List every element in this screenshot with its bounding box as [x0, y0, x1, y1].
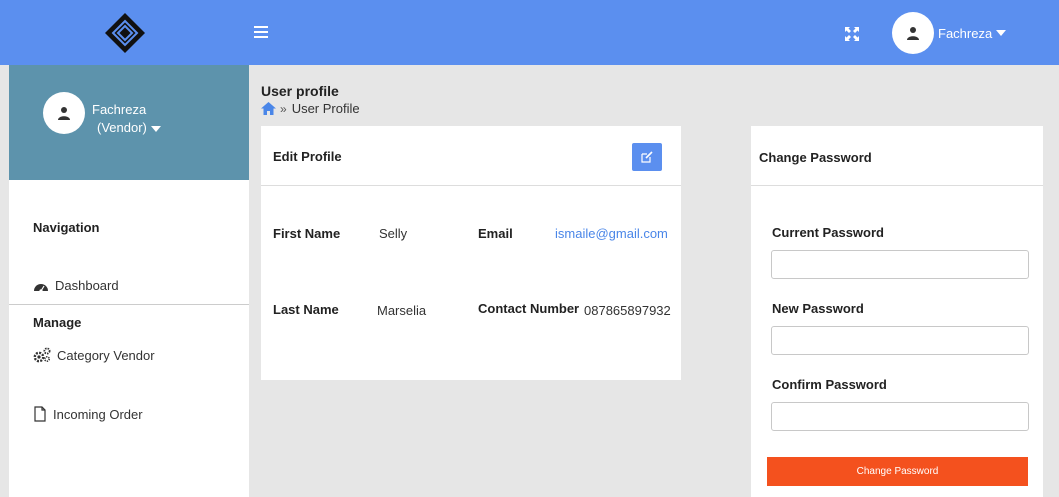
edit-profile-button[interactable] — [632, 143, 662, 171]
contact-number-value: 087865897932 — [584, 303, 671, 318]
avatar — [43, 92, 85, 134]
sidebar-user-role: (Vendor) — [97, 120, 147, 135]
sidebar-profile: Fachreza (Vendor) — [9, 65, 249, 180]
current-password-label: Current Password — [772, 225, 884, 240]
current-password-input[interactable] — [771, 250, 1029, 279]
breadcrumb-current: User Profile — [291, 101, 360, 116]
sidebar-item-incoming-order[interactable]: Incoming Order — [33, 406, 143, 422]
edit-profile-card: Edit Profile First Name Selly Email isma… — [261, 126, 681, 380]
new-password-input[interactable] — [771, 326, 1029, 355]
page-title: User profile — [261, 83, 339, 99]
file-icon — [34, 406, 46, 422]
edit-icon — [641, 151, 653, 163]
change-password-button[interactable]: Change Password — [767, 457, 1028, 486]
divider — [751, 185, 1043, 186]
hamburger-icon[interactable] — [254, 26, 268, 38]
logo[interactable] — [0, 0, 249, 65]
user-icon — [58, 107, 70, 120]
first-name-value: Selly — [379, 226, 408, 241]
edit-profile-heading: Edit Profile — [273, 149, 342, 164]
dashboard-icon — [34, 283, 48, 293]
contact-number-label: Contact Number — [478, 301, 580, 316]
diamond-logo-icon — [104, 12, 145, 53]
sidebar-item-label: Incoming Order — [53, 406, 143, 422]
sidebar-item-dashboard[interactable]: Dashboard — [33, 278, 119, 293]
user-name: Fachreza — [938, 25, 993, 41]
change-password-heading: Change Password — [759, 150, 872, 165]
sidebar-item-label: Dashboard — [55, 278, 119, 293]
caret-down-icon — [150, 125, 161, 132]
cogs-icon — [33, 347, 51, 363]
sidebar-user-role-toggle[interactable]: (Vendor) — [97, 120, 161, 135]
user-menu[interactable]: Fachreza — [892, 12, 1007, 54]
expand-icon[interactable] — [845, 27, 859, 41]
breadcrumb: » User Profile — [261, 101, 360, 116]
home-icon[interactable] — [261, 102, 276, 115]
sidebar-item-label: Category Vendor — [57, 347, 155, 363]
first-name-label: First Name — [273, 226, 341, 241]
confirm-password-label: Confirm Password — [772, 377, 887, 392]
user-icon — [907, 27, 919, 40]
nav-heading-navigation: Navigation — [33, 220, 100, 235]
divider — [261, 185, 681, 186]
email-value[interactable]: ismaile@gmail.com — [555, 226, 668, 241]
last-name-value: Marselia — [377, 303, 427, 318]
breadcrumb-separator: » — [280, 101, 287, 116]
sidebar-user-name: Fachreza — [92, 102, 147, 117]
email-label: Email — [478, 226, 513, 241]
change-password-card: Change Password Current Password New Pas… — [751, 126, 1043, 497]
divider — [9, 304, 249, 305]
confirm-password-input[interactable] — [771, 402, 1029, 431]
top-navbar: Fachreza — [0, 0, 1059, 65]
sidebar: Fachreza (Vendor) Navigation Dashboard M… — [9, 65, 249, 497]
nav-heading-manage: Manage — [33, 315, 82, 330]
last-name-label: Last Name — [273, 302, 339, 317]
caret-down-icon — [996, 30, 1007, 36]
new-password-label: New Password — [772, 301, 864, 316]
avatar — [892, 12, 934, 54]
sidebar-item-category-vendor[interactable]: Category Vendor — [33, 347, 155, 363]
